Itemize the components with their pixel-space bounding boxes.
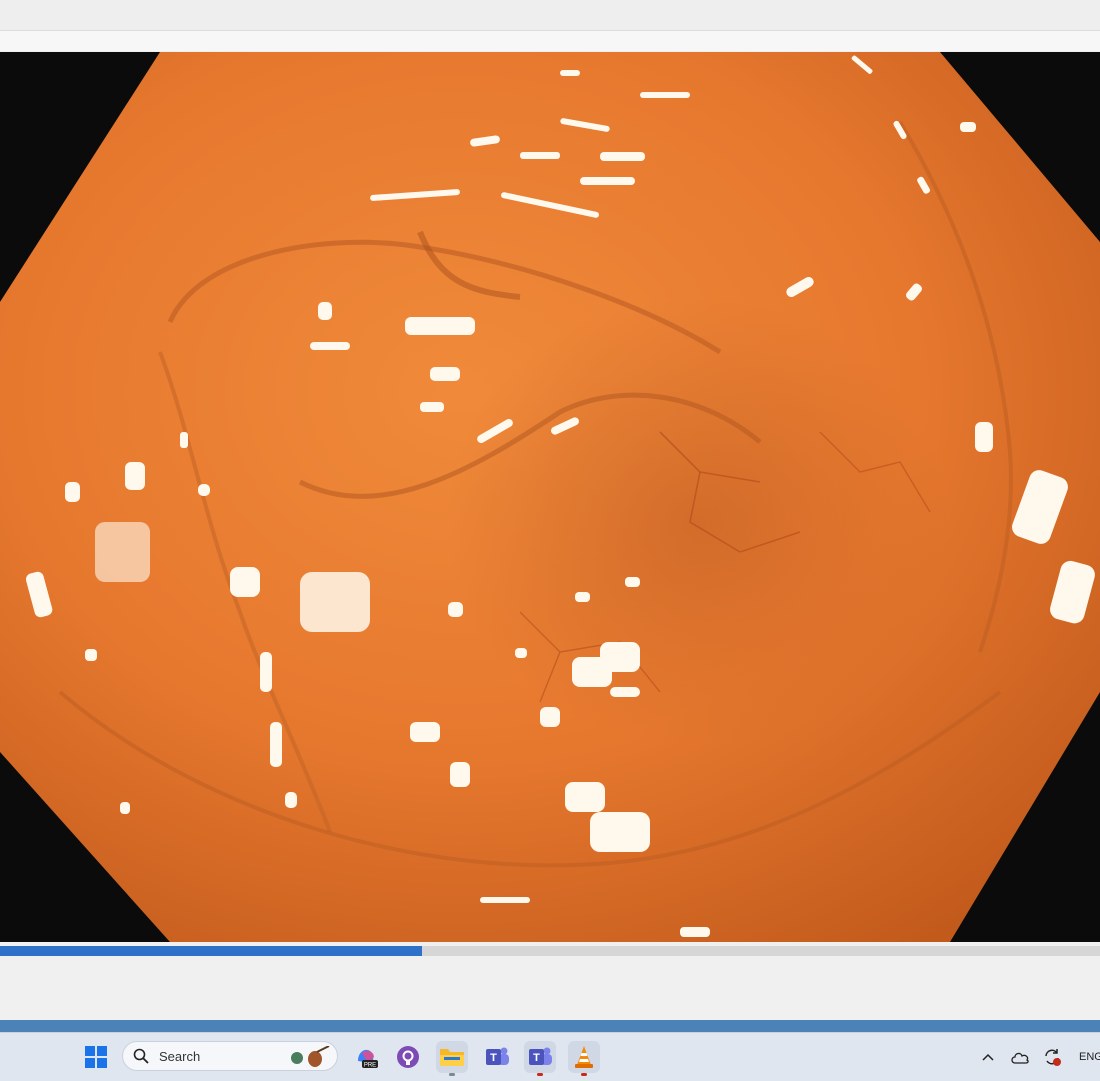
svg-text:PRE: PRE: [364, 1063, 376, 1069]
window-title-bar: [0, 0, 1100, 31]
github-icon: [397, 1046, 419, 1068]
teams-icon: T: [529, 1047, 552, 1065]
cloud-icon: [1011, 1052, 1029, 1064]
taskbar-app-teams[interactable]: T: [524, 1041, 556, 1076]
teams-icon: T: [486, 1047, 509, 1065]
seek-bar-progress: [0, 946, 423, 956]
player-toolbar: [0, 31, 1100, 51]
search-highlight-violin-icon: [291, 1046, 330, 1067]
sync-icon: [1045, 1049, 1061, 1066]
player-controls-area: [0, 956, 1100, 1022]
taskbar: Search PRE T T ENG: [0, 1032, 1100, 1081]
svg-text:T: T: [490, 1052, 497, 1064]
seek-bar[interactable]: [0, 946, 1100, 956]
copilot-pre-icon: PRE: [358, 1049, 378, 1069]
svg-text:T: T: [533, 1052, 540, 1064]
endoscopy-video-frame: [0, 52, 1100, 942]
search-icon: [133, 1048, 149, 1064]
taskbar-app-copilot[interactable]: PRE: [350, 1041, 382, 1073]
taskbar-app-github[interactable]: [392, 1041, 424, 1073]
desktop-background-strip: [0, 1020, 1100, 1032]
taskbar-app-file-explorer[interactable]: [436, 1041, 468, 1076]
chevron-up-icon: [982, 1053, 994, 1061]
vlc-cone-icon: [575, 1046, 593, 1068]
taskbar-search-box[interactable]: Search: [122, 1041, 338, 1071]
show-hidden-icons-button[interactable]: [974, 1041, 1002, 1073]
windows-logo-icon: [85, 1046, 107, 1068]
video-viewport[interactable]: [0, 52, 1100, 942]
taskbar-app-vlc[interactable]: [568, 1041, 600, 1076]
start-button[interactable]: [80, 1041, 112, 1073]
search-placeholder: Search: [159, 1049, 201, 1064]
folder-icon: [440, 1049, 464, 1066]
sync-tray-button[interactable]: [1038, 1041, 1066, 1073]
onedrive-tray-button[interactable]: [1006, 1041, 1034, 1073]
taskbar-app-teams-classic[interactable]: T: [481, 1041, 513, 1073]
input-language-indicator[interactable]: ENG: [1079, 1051, 1100, 1063]
